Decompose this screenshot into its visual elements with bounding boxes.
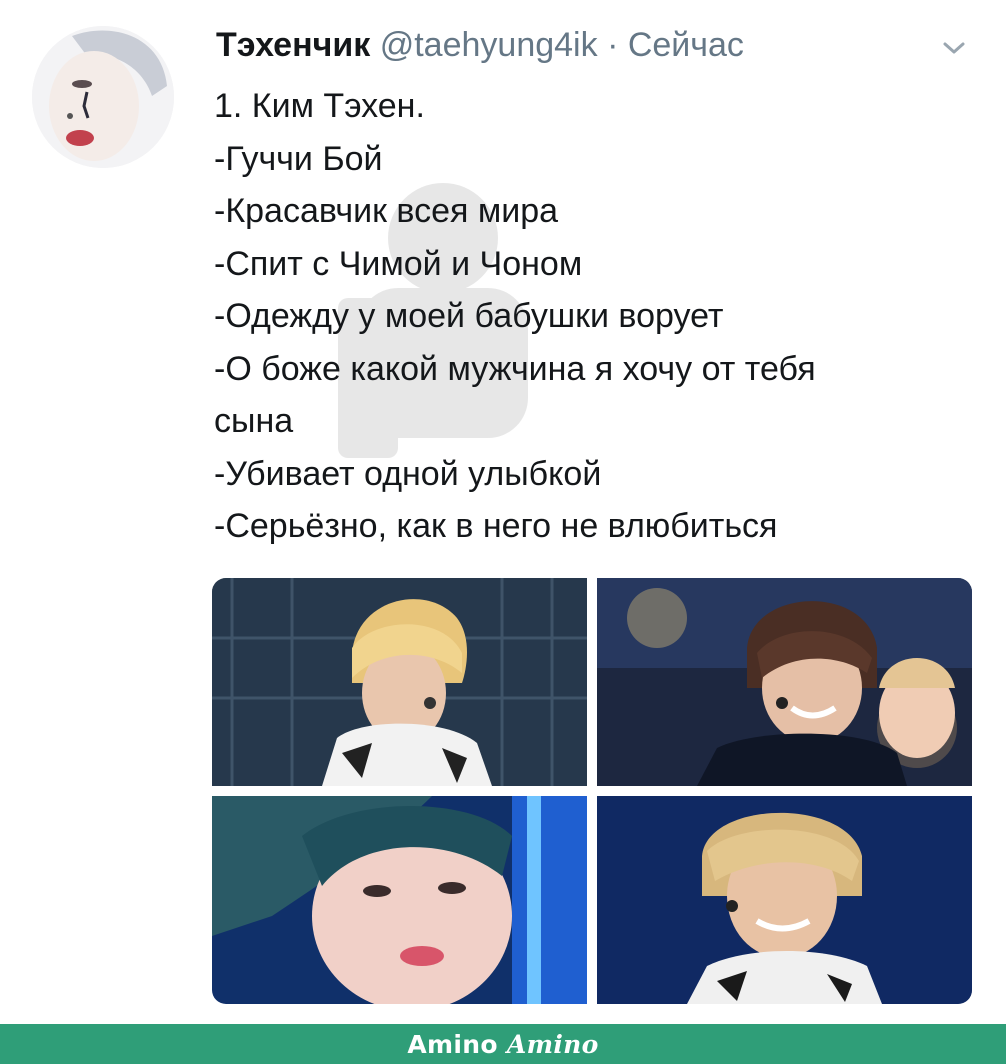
amino-brand-text: Amino xyxy=(407,1029,498,1059)
media-grid xyxy=(212,578,972,1004)
avatar-image xyxy=(32,26,174,168)
chevron-down-icon[interactable] xyxy=(940,36,968,60)
tweet-header: Тэхенчик @taehyung4ik · Сейчас xyxy=(216,22,744,68)
tweet-line: -О боже какой мужчина я хочу от тебя xyxy=(214,349,816,388)
tweet-line: -Спит с Чимой и Чоном xyxy=(214,244,583,283)
tweet-line: -Убивает одной улыбкой xyxy=(214,454,602,493)
amino-brand-script: Amino xyxy=(506,1029,599,1059)
photo-1[interactable] xyxy=(212,578,587,786)
tweet-line: сына xyxy=(214,402,294,440)
tweet-line: 1. Ким Тэхен. xyxy=(214,87,425,125)
avatar[interactable] xyxy=(32,26,174,168)
concert-photo-image xyxy=(597,796,972,1004)
tweet-line: -Серьёзно, как в него не влюбиться xyxy=(214,507,778,545)
photo-3[interactable] xyxy=(212,796,587,1004)
concert-photo-image xyxy=(597,578,972,786)
tweet-line: -Гуччи Бой xyxy=(214,139,383,178)
amino-footer-bar: Amino Amino xyxy=(0,1024,1006,1064)
photo-2[interactable] xyxy=(597,578,972,786)
concert-photo-image xyxy=(212,578,587,786)
display-name[interactable]: Тэхенчик xyxy=(216,26,370,64)
tweet-text: 1. Ким Тэхен. -Гуччи Бой -Красавчик всея… xyxy=(214,80,984,553)
tweet-line: -Красавчик всея мира xyxy=(214,192,559,230)
photo-4[interactable] xyxy=(597,796,972,1004)
separator-dot: · xyxy=(607,26,619,64)
tweet-line: -Одежду у моей бабушки ворует xyxy=(214,297,724,335)
timestamp[interactable]: Сейчас xyxy=(628,26,744,64)
tweet-card: Тэхенчик @taehyung4ik · Сейчас 1. Ким Тэ… xyxy=(0,0,1006,1024)
amino-logo: Amino Amino xyxy=(407,1030,598,1059)
closeup-photo-image xyxy=(212,796,587,1004)
user-handle[interactable]: @taehyung4ik xyxy=(380,26,598,64)
